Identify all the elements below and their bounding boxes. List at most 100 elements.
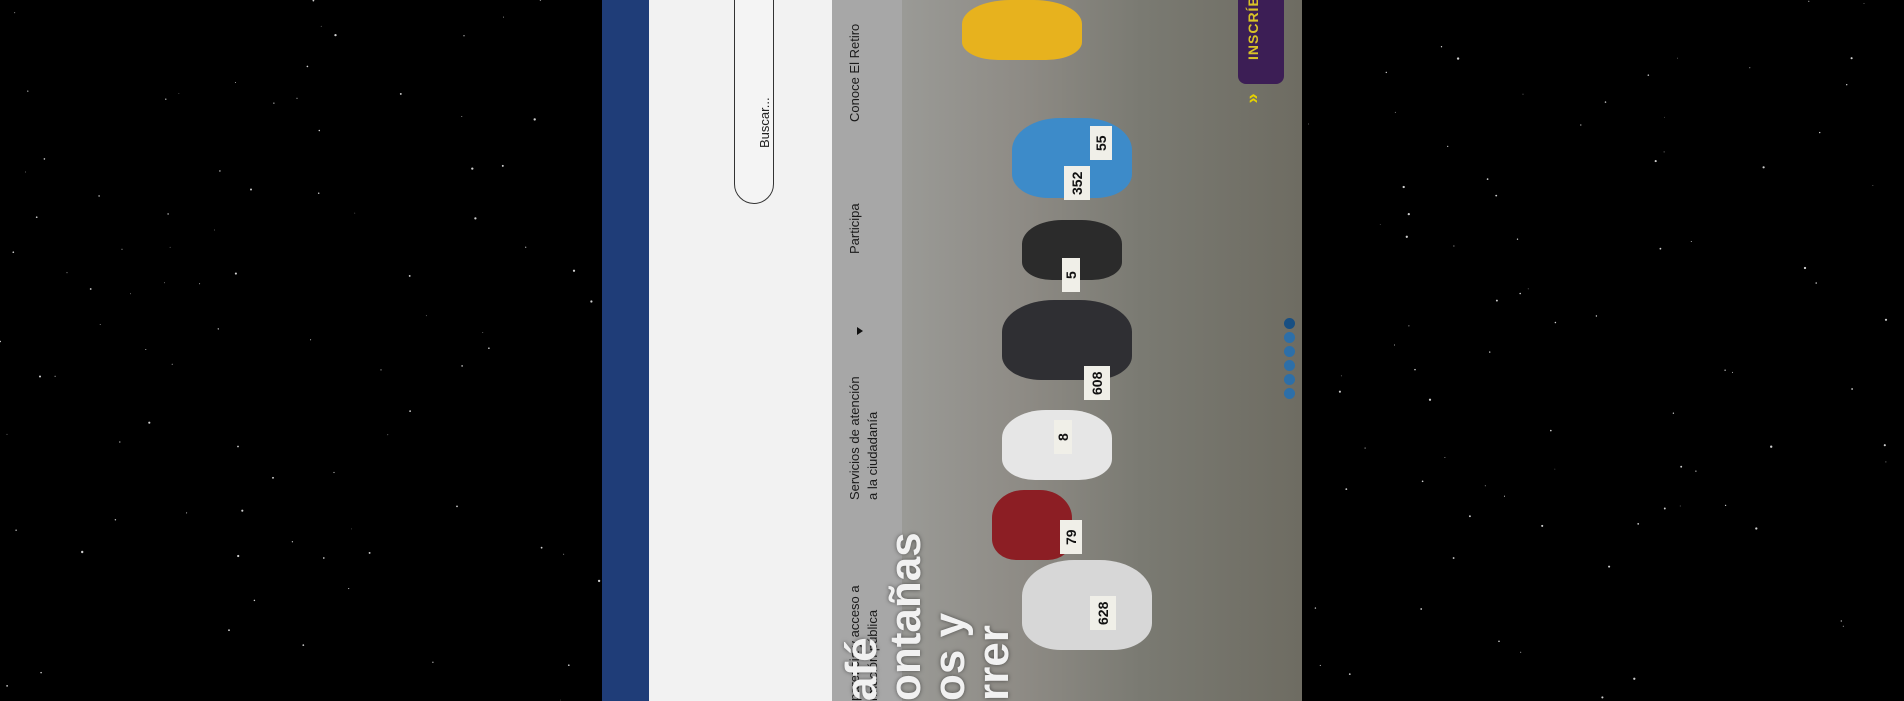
star — [474, 217, 477, 220]
star — [1421, 480, 1424, 483]
carousel-dot[interactable] — [1284, 332, 1295, 343]
carousel-dot[interactable] — [1284, 346, 1295, 357]
star — [1495, 194, 1498, 197]
star — [237, 554, 240, 558]
star — [1468, 515, 1471, 518]
star — [1883, 444, 1886, 447]
star — [1456, 57, 1460, 60]
star — [1453, 245, 1455, 247]
star — [1486, 178, 1489, 180]
star — [488, 347, 490, 349]
star — [1319, 664, 1321, 666]
star — [1420, 608, 1423, 610]
star — [525, 246, 527, 248]
star — [302, 644, 305, 646]
star — [1447, 145, 1449, 148]
nav-item-conoce[interactable]: Conoce El Retiro — [846, 24, 864, 122]
star — [1580, 124, 1582, 126]
runner-figure — [1022, 560, 1152, 650]
star — [6, 685, 8, 687]
star — [234, 272, 237, 275]
chevron-down-icon[interactable] — [855, 326, 865, 336]
star — [1385, 71, 1388, 74]
carousel-dot[interactable] — [1284, 388, 1295, 399]
race-bib: 352 — [1064, 166, 1090, 200]
star — [471, 167, 474, 170]
register-button-label: INSCRÍBE — [1245, 0, 1261, 60]
star — [1414, 368, 1416, 371]
star — [228, 629, 230, 632]
star — [1345, 488, 1348, 490]
star — [119, 441, 121, 443]
star — [1884, 318, 1888, 321]
star — [241, 509, 244, 512]
star — [1364, 447, 1366, 449]
star — [1654, 160, 1657, 163]
star — [186, 512, 188, 514]
star — [387, 434, 389, 436]
star — [409, 410, 411, 412]
carousel-indicators — [1284, 318, 1295, 402]
star — [253, 599, 256, 602]
star — [1850, 57, 1853, 60]
star — [463, 35, 465, 37]
star — [351, 528, 352, 530]
carousel-dot[interactable] — [1284, 318, 1295, 329]
star — [14, 12, 16, 14]
race-bib: 55 — [1090, 126, 1112, 160]
star — [1672, 412, 1675, 414]
star — [1314, 607, 1317, 609]
star — [1680, 465, 1683, 468]
star — [348, 588, 350, 590]
star — [54, 375, 56, 377]
race-bib: 608 — [1084, 366, 1110, 400]
star — [1659, 247, 1662, 250]
star — [503, 16, 504, 18]
star — [167, 213, 169, 215]
star — [1840, 620, 1842, 622]
star — [15, 529, 17, 531]
star — [1724, 504, 1727, 507]
star — [312, 0, 315, 2]
star — [1407, 212, 1410, 216]
carousel-dot[interactable] — [1284, 374, 1295, 385]
star — [1595, 315, 1598, 317]
star — [99, 323, 101, 325]
star — [35, 216, 38, 219]
star — [1340, 375, 1342, 377]
star — [1348, 673, 1351, 675]
star — [1885, 461, 1887, 463]
runner-figure — [962, 0, 1082, 60]
star — [1408, 325, 1410, 327]
star — [38, 375, 42, 378]
star — [98, 195, 100, 197]
star — [1405, 235, 1408, 238]
star — [1338, 390, 1341, 393]
star — [1770, 445, 1773, 448]
runner-figure — [1002, 300, 1132, 380]
star — [1690, 240, 1692, 243]
star — [1695, 470, 1697, 472]
star — [296, 97, 298, 99]
star — [1803, 266, 1807, 270]
race-bib: 628 — [1090, 596, 1116, 630]
star — [6, 433, 8, 435]
star — [25, 171, 27, 173]
star — [1663, 507, 1666, 510]
star — [250, 188, 252, 191]
star — [1808, 0, 1810, 2]
star — [1633, 677, 1636, 680]
star — [165, 98, 167, 100]
star — [1484, 485, 1486, 487]
star — [1554, 321, 1557, 324]
star — [1601, 696, 1604, 699]
nav-item-participa[interactable]: Participa — [846, 203, 864, 254]
star — [178, 93, 180, 95]
star — [1846, 84, 1848, 86]
star — [1872, 185, 1874, 186]
carousel-dot[interactable] — [1284, 360, 1295, 371]
star — [432, 661, 434, 663]
star — [12, 251, 15, 254]
star — [214, 229, 215, 231]
nav-item-servicios[interactable]: Servicios de atención a la ciudadanía — [846, 376, 882, 500]
